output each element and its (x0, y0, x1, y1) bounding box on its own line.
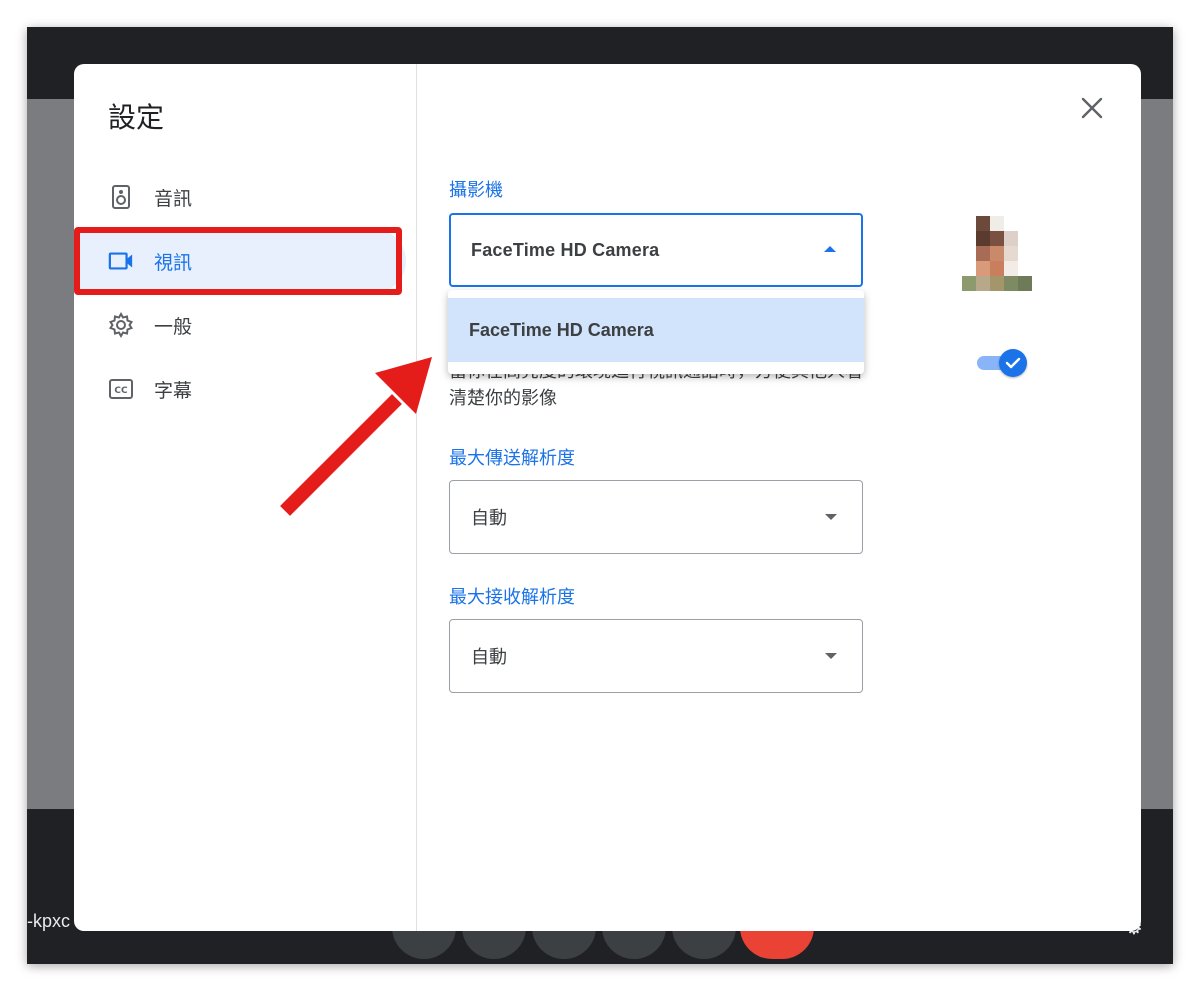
close-button[interactable] (1074, 90, 1110, 126)
annotation-highlight-box (74, 227, 402, 295)
low-light-toggle[interactable] (977, 349, 1027, 377)
sidebar-item-label: 一般 (154, 315, 193, 338)
sidebar-item-audio[interactable]: 音訊 (74, 165, 406, 229)
dialog-title: 設定 (108, 101, 165, 134)
sidebar-item-label: 音訊 (154, 187, 193, 210)
receive-resolution-select[interactable]: 自動 (449, 619, 863, 693)
camera-dropdown-menu: FaceTime HD Camera (448, 290, 864, 374)
caret-down-icon (825, 514, 837, 520)
settings-dialog: 設定 音訊 視訊 一般 CC 字幕 攝影機 FaceTime HD Camera… (74, 64, 1141, 931)
send-resolution-label: 最大傳送解析度 (449, 448, 575, 469)
meeting-code: -kpxc (27, 911, 71, 931)
receive-resolution-value: 自動 (471, 647, 507, 668)
divider (416, 64, 417, 931)
sidebar-item-general[interactable]: 一般 (74, 293, 406, 357)
speaker-icon (108, 184, 134, 210)
camera-option[interactable]: FaceTime HD Camera (448, 298, 864, 362)
gear-icon (108, 312, 134, 338)
close-icon (1081, 97, 1103, 119)
svg-text:CC: CC (114, 386, 128, 396)
send-resolution-value: 自動 (471, 508, 507, 529)
camera-select[interactable]: FaceTime HD Camera (449, 213, 863, 287)
check-icon (999, 349, 1027, 377)
receive-resolution-label: 最大接收解析度 (449, 587, 575, 608)
send-resolution-select[interactable]: 自動 (449, 480, 863, 554)
closed-caption-icon: CC (108, 376, 134, 402)
caret-up-icon (824, 246, 836, 252)
sidebar-item-captions[interactable]: CC 字幕 (74, 357, 406, 421)
camera-label: 攝影機 (449, 180, 503, 201)
camera-select-value: FaceTime HD Camera (471, 239, 660, 260)
sidebar-item-label: 字幕 (154, 379, 193, 402)
caret-down-icon (825, 653, 837, 659)
camera-preview (962, 216, 1032, 291)
